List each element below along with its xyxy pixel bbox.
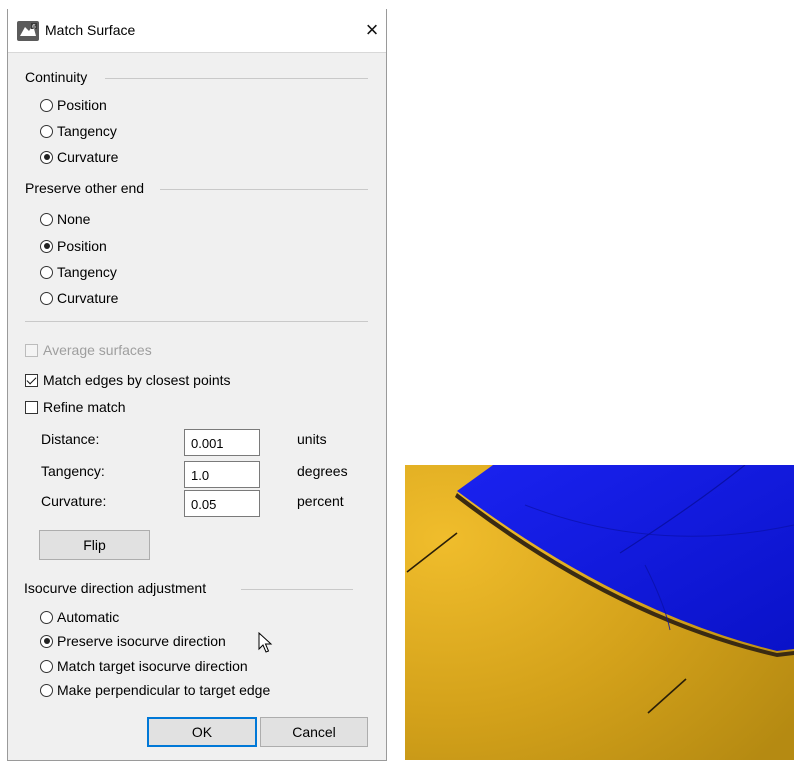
average-surfaces-checkbox[interactable]: Average surfaces [25,340,152,360]
continuity-tangency-radio[interactable]: Tangency [40,121,117,141]
radio-button-icon [40,98,53,112]
radio-label: Make perpendicular to target edge [57,682,271,698]
radio-button-icon [40,291,53,305]
preserve-other-end-label: Preserve other end [25,180,145,196]
preserve-curvature-radio[interactable]: Curvature [40,288,118,308]
checkbox-label: Refine match [43,399,126,415]
isocurve-label: Isocurve direction adjustment [24,580,207,596]
distance-unit: units [297,431,327,447]
tangency-unit: degrees [297,463,348,479]
radio-button-selected-icon [40,634,53,648]
svg-text:6: 6 [32,24,36,31]
continuity-curvature-radio[interactable]: Curvature [40,147,118,167]
title-bar[interactable]: 6 Match Surface × [8,9,386,53]
radio-label: Position [57,97,107,113]
checkbox-icon [25,343,38,357]
radio-button-icon [40,610,53,624]
continuity-label: Continuity [25,69,88,85]
surface-render [405,465,794,760]
radio-label: None [57,211,91,227]
radio-button-icon [40,683,53,697]
curvature-input[interactable]: 0.05 [184,490,260,517]
cancel-button[interactable]: Cancel [260,717,368,747]
isocurve-divider [241,589,353,590]
radio-label: Tangency [57,123,117,139]
radio-button-icon [40,265,53,279]
distance-input[interactable]: 0.001 [184,429,260,456]
radio-label: Preserve isocurve direction [57,633,226,649]
isocurve-match-target-radio[interactable]: Match target isocurve direction [40,656,248,676]
dialog-title: Match Surface [45,22,136,38]
flip-button[interactable]: Flip [39,530,150,560]
isocurve-perpendicular-radio[interactable]: Make perpendicular to target edge [40,680,270,700]
radio-button-selected-icon [40,239,53,253]
tangency-label: Tangency: [41,463,105,479]
checkbox-icon [25,400,38,414]
preserve-position-radio[interactable]: Position [40,236,107,256]
continuity-position-radio[interactable]: Position [40,95,107,115]
checkbox-label: Match edges by closest points [43,372,231,388]
radio-button-selected-icon [40,150,53,164]
radio-button-icon [40,659,53,673]
mouse-pointer-icon [258,632,273,653]
radio-label: Tangency [57,264,117,280]
viewport-3d[interactable] [405,465,794,760]
radio-label: Automatic [57,609,120,625]
checkbox-checked-icon [25,373,38,387]
radio-button-icon [40,212,53,226]
curvature-label: Curvature: [41,493,107,509]
close-button[interactable]: × [358,15,386,45]
ok-button[interactable]: OK [147,717,257,747]
isocurve-automatic-radio[interactable]: Automatic [40,607,119,627]
preserve-tangency-radio[interactable]: Tangency [40,262,117,282]
rhino-app-icon: 6 [17,21,39,41]
radio-label: Curvature [57,149,119,165]
match-surface-dialog: 6 Match Surface × Continuity Position Ta… [7,9,387,761]
options-divider [25,321,368,322]
tangency-input[interactable]: 1.0 [184,461,260,488]
preserve-divider [160,189,368,190]
refine-match-checkbox[interactable]: Refine match [25,397,125,417]
radio-label: Position [57,238,107,254]
radio-button-icon [40,124,53,138]
curvature-unit: percent [297,493,344,509]
checkbox-label: Average surfaces [43,342,152,358]
distance-label: Distance: [41,431,100,447]
continuity-divider [105,78,368,79]
preserve-none-radio[interactable]: None [40,209,90,229]
radio-label: Match target isocurve direction [57,658,248,674]
radio-label: Curvature [57,290,119,306]
match-edges-checkbox[interactable]: Match edges by closest points [25,370,231,390]
isocurve-preserve-radio[interactable]: Preserve isocurve direction [40,631,226,651]
